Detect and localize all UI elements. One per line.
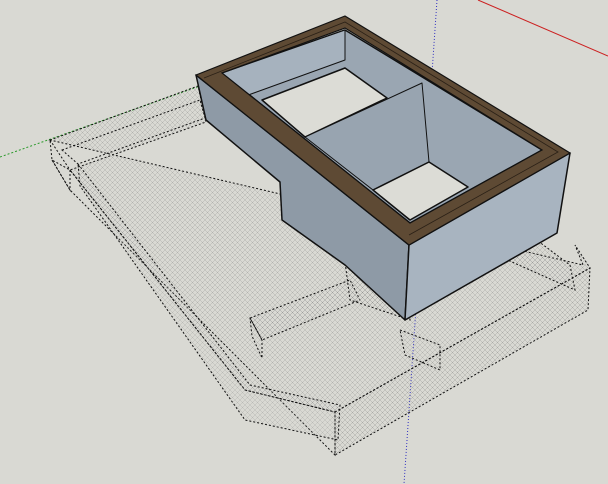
- sketchup-3d-viewport[interactable]: [0, 0, 608, 484]
